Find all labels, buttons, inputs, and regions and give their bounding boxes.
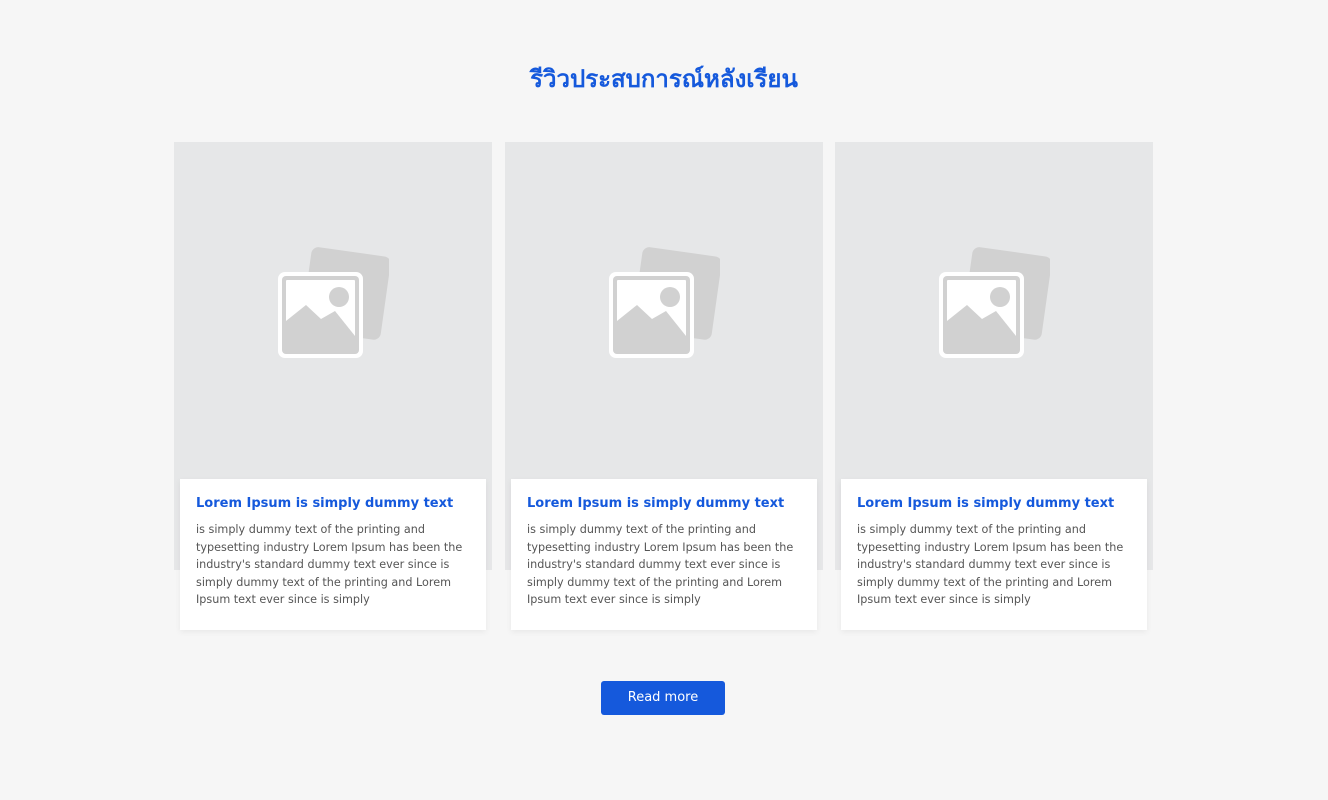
section-title: รีวิวประสบการณ์หลังเรียน — [530, 65, 798, 93]
card-title: Lorem Ipsum is simply dummy text — [857, 496, 1115, 511]
image-placeholder-icon — [939, 247, 1050, 358]
card-title: Lorem Ipsum is simply dummy text — [527, 496, 785, 511]
image-placeholder-icon — [609, 247, 720, 358]
card-title: Lorem Ipsum is simply dummy text — [196, 496, 454, 511]
card-description: is simply dummy text of the printing and… — [527, 523, 794, 606]
review-card[interactable]: Lorem Ipsum is simply dummy text is simp… — [835, 142, 1153, 632]
review-card[interactable]: Lorem Ipsum is simply dummy text is simp… — [174, 142, 492, 632]
card-description: is simply dummy text of the printing and… — [857, 523, 1124, 606]
review-card[interactable]: Lorem Ipsum is simply dummy text is simp… — [505, 142, 823, 632]
card-body: Lorem Ipsum is simply dummy text is simp… — [511, 479, 817, 630]
read-more-button[interactable]: Read more — [601, 681, 725, 715]
card-body: Lorem Ipsum is simply dummy text is simp… — [180, 479, 486, 630]
review-card-list: Lorem Ipsum is simply dummy text is simp… — [174, 142, 1154, 642]
card-body: Lorem Ipsum is simply dummy text is simp… — [841, 479, 1147, 630]
card-description: is simply dummy text of the printing and… — [196, 523, 463, 606]
image-placeholder-icon — [278, 247, 389, 358]
